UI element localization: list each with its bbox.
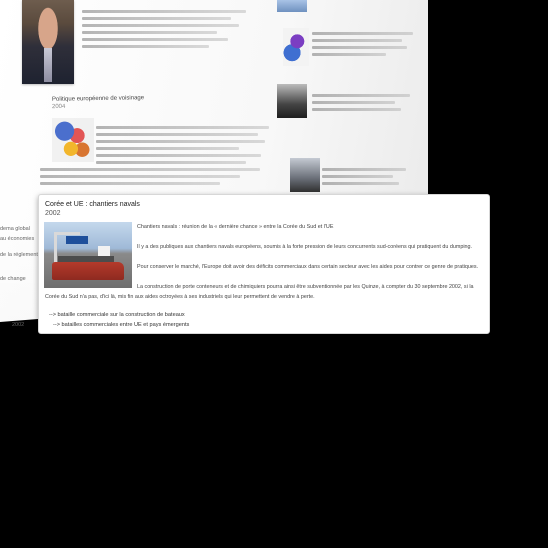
europe-map-icon: [283, 28, 309, 66]
bg-text-block-low: [40, 164, 290, 189]
thumbnail-top-icon: [277, 0, 307, 12]
ship-hull-shape: [52, 262, 124, 280]
card-year: 2002: [45, 210, 61, 217]
tie-shape: [44, 48, 52, 82]
section-year: 2004: [51, 103, 66, 111]
card-bullet-2: --> batailles commerciales entre UE et p…: [53, 322, 190, 328]
card-bullet-1: --> bataille commerciale sur la construc…: [49, 312, 185, 318]
crane-arm-shape: [54, 232, 80, 235]
bg-text-block-top: [82, 6, 264, 52]
timeline-event-card[interactable]: Corée et UE : chantiers navals 2002 Chan…: [38, 194, 490, 334]
bg-text-block-mid: [96, 122, 284, 168]
shipyard-photo-icon: [44, 222, 132, 288]
card-paragraph-3: Pour conserver le marché, l'Europe doit …: [137, 264, 479, 270]
crane-shape: [54, 232, 57, 266]
left-edge-text-4: de change: [0, 276, 26, 282]
scene: Politique européenne de voisinage 2004 d…: [0, 0, 548, 548]
person-photo-icon: [22, 0, 74, 84]
left-edge-text-1: dema global: [0, 226, 30, 232]
card-paragraph-4: La construction de porte conteneurs et d…: [137, 284, 474, 290]
sign-shape: [66, 236, 88, 244]
card-paragraph-2: Il y a des publiques aux chantiers naval…: [137, 244, 473, 250]
bg-text-block-right: [312, 28, 418, 60]
card-paragraph-5: Corée du Sud n'a pas, d'ici là, mis fin …: [45, 294, 315, 300]
bg-text-block-right2: [312, 90, 418, 115]
card-title: Corée et UE : chantiers navals: [45, 201, 140, 208]
left-edge-text-5: 2002: [12, 322, 25, 328]
card-paragraph-1: Chantiers navals : réunion de la « derni…: [137, 224, 334, 230]
thumbnail-photo-icon: [290, 158, 320, 192]
thumbnail-photo-icon: [277, 84, 307, 118]
europe-map-icon: [52, 118, 94, 162]
bg-text-block-right3: [322, 164, 418, 189]
left-edge-text-2: au économies: [0, 236, 35, 242]
